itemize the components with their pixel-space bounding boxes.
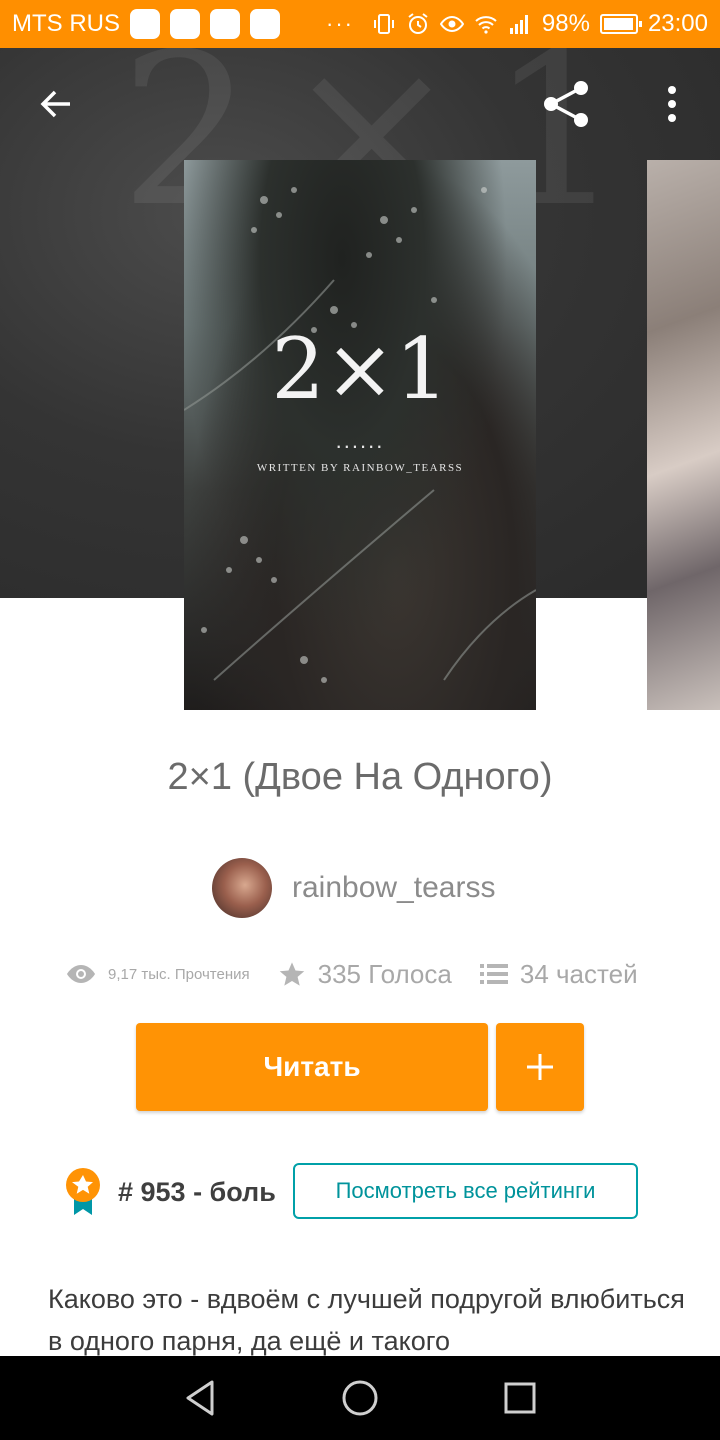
star-icon [279, 962, 304, 986]
vibrate-icon [373, 14, 394, 34]
votes-stat: 335 Голоса [278, 959, 452, 990]
nav-back-button[interactable] [170, 1368, 230, 1428]
story-description: Каково это - вдвоём с лучшей подругой вл… [48, 1284, 685, 1356]
notification-icon [130, 9, 160, 39]
carrier-label: MTS RUS [12, 10, 120, 37]
wifi-icon [475, 16, 497, 34]
more-notifications-dots: ··· [326, 11, 354, 36]
square-recents-icon [504, 1382, 536, 1414]
notification-icon [210, 9, 240, 39]
top-bar [0, 48, 720, 160]
triangle-back-icon [186, 1380, 214, 1416]
clock: 23:00 [647, 10, 708, 37]
cover-byline: WRITTEN BY RAINBOW_TEARSS [256, 462, 464, 474]
cover-title: 2×1 [271, 320, 449, 418]
alarm-icon [408, 13, 428, 34]
battery-icon [599, 14, 642, 34]
story-stats: 9,17 тыс. Прочтения 335 Голоса 34 частей [66, 952, 638, 996]
avatar[interactable] [212, 858, 272, 918]
story-cover[interactable]: 2×1 ...... WRITTEN BY RAINBOW_TEARSS [184, 160, 536, 710]
ranking-text: # 953 - боль [118, 1176, 276, 1207]
battery-percent: 98% [541, 10, 590, 37]
notification-icon [170, 9, 200, 39]
plus-icon [527, 1054, 553, 1080]
back-arrow-icon [40, 90, 70, 118]
nav-recents-button[interactable] [490, 1368, 550, 1428]
list-icon [479, 964, 508, 984]
author-name[interactable]: rainbow_tearss [292, 871, 495, 905]
ranking-info: # 953 - боль [64, 1164, 276, 1220]
cover-dots: ...... [335, 428, 385, 453]
nav-home-button[interactable] [330, 1368, 390, 1428]
more-vertical-icon [668, 86, 676, 122]
back-button[interactable] [24, 72, 88, 136]
notification-icon [250, 9, 280, 39]
share-button[interactable] [535, 72, 599, 136]
eye-icon [439, 15, 464, 33]
eye-icon [67, 965, 95, 983]
navigation-bar [0, 1356, 720, 1440]
signal-icon [509, 15, 528, 34]
share-icon [544, 81, 588, 127]
view-all-rankings-button[interactable]: Посмотреть все рейтинги [293, 1163, 638, 1219]
reads-count: 9,17 тыс. Прочтения [108, 965, 250, 983]
add-to-library-button[interactable] [496, 1023, 584, 1111]
parts-stat: 34 частей [479, 958, 638, 990]
circle-home-icon [342, 1380, 378, 1416]
more-options-button[interactable] [640, 72, 704, 136]
status-bar: MTS RUS ··· 98% 23:00 [0, 0, 720, 48]
story-title: 2×1 (Двое На Одного) [167, 756, 553, 798]
read-button[interactable]: Читать [136, 1023, 488, 1111]
votes-count: 335 Голоса [317, 958, 452, 989]
reads-stat: 9,17 тыс. Прочтения [66, 963, 250, 985]
next-story-cover[interactable] [647, 160, 720, 710]
author-link[interactable]: rainbow_tearss [212, 858, 495, 918]
ranking-medal-icon [66, 1168, 100, 1215]
parts-count: 34 частей [519, 958, 638, 989]
